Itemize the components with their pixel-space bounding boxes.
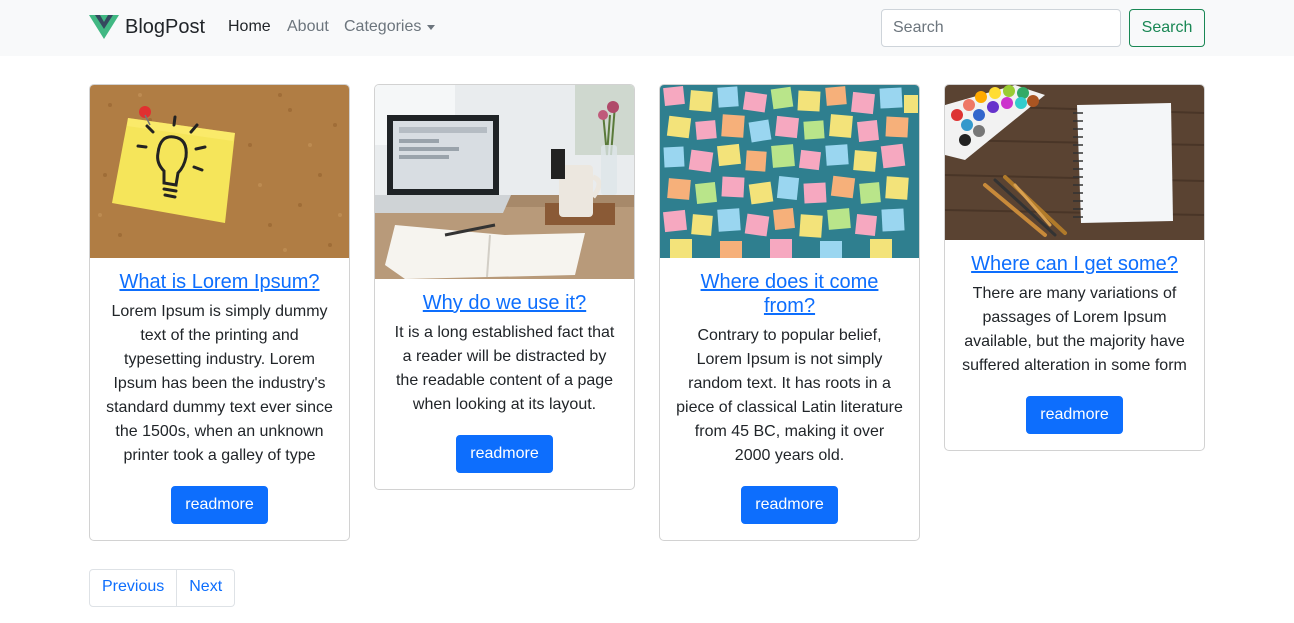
card-title-link[interactable]: Where can I get some? bbox=[961, 252, 1188, 276]
search-button[interactable]: Search bbox=[1129, 9, 1205, 47]
readmore-button[interactable]: readmore bbox=[741, 486, 838, 524]
nav-categories-dropdown[interactable]: Categories bbox=[344, 17, 436, 37]
post-card: Why do we use it? It is a long establish… bbox=[374, 84, 635, 490]
brand-name: BlogPost bbox=[125, 15, 206, 38]
next-page-link[interactable]: Next bbox=[177, 569, 236, 607]
brand-link[interactable]: BlogPost bbox=[89, 13, 205, 41]
navbar: BlogPost Home About Categories Search bbox=[0, 0, 1294, 56]
card-title-link[interactable]: Where does it come from? bbox=[676, 270, 903, 318]
nav-home-link[interactable]: Home bbox=[228, 17, 271, 37]
post-card: Where can I get some? There are many var… bbox=[944, 84, 1205, 451]
card-text: It is a long established fact that a rea… bbox=[394, 324, 615, 413]
card-body: Why do we use it? It is a long establish… bbox=[375, 279, 634, 489]
card-image-watercolor bbox=[945, 85, 1204, 240]
card-image-sticky-notes bbox=[660, 85, 919, 258]
card-title-link[interactable]: What is Lorem Ipsum? bbox=[106, 270, 333, 294]
post-card: Where does it come from? Contrary to pop… bbox=[659, 84, 920, 541]
card-body: What is Lorem Ipsum? Lorem Ipsum is simp… bbox=[90, 258, 349, 540]
readmore-button[interactable]: readmore bbox=[456, 435, 553, 473]
caret-down-icon bbox=[427, 25, 436, 30]
readmore-button[interactable]: readmore bbox=[171, 486, 268, 524]
nav-about-link[interactable]: About bbox=[287, 17, 329, 37]
card-title-link[interactable]: Why do we use it? bbox=[391, 291, 618, 315]
card-text: There are many variations of passages of… bbox=[962, 285, 1187, 374]
readmore-button[interactable]: readmore bbox=[1026, 396, 1123, 434]
nav-categories-label: Categories bbox=[344, 18, 422, 35]
search-input[interactable] bbox=[881, 9, 1121, 47]
card-text: Lorem Ipsum is simply dummy text of the … bbox=[106, 303, 333, 464]
pagination: Previous Next bbox=[89, 569, 236, 607]
card-body: Where does it come from? Contrary to pop… bbox=[660, 258, 919, 540]
card-image-lightbulb bbox=[90, 85, 349, 258]
vue-logo-icon bbox=[89, 15, 119, 39]
previous-page-link[interactable]: Previous bbox=[89, 569, 178, 607]
card-text: Contrary to popular belief, Lorem Ipsum … bbox=[676, 327, 903, 464]
card-image-laptop bbox=[375, 85, 634, 279]
post-card: What is Lorem Ipsum? Lorem Ipsum is simp… bbox=[89, 84, 350, 541]
card-body: Where can I get some? There are many var… bbox=[945, 240, 1204, 450]
